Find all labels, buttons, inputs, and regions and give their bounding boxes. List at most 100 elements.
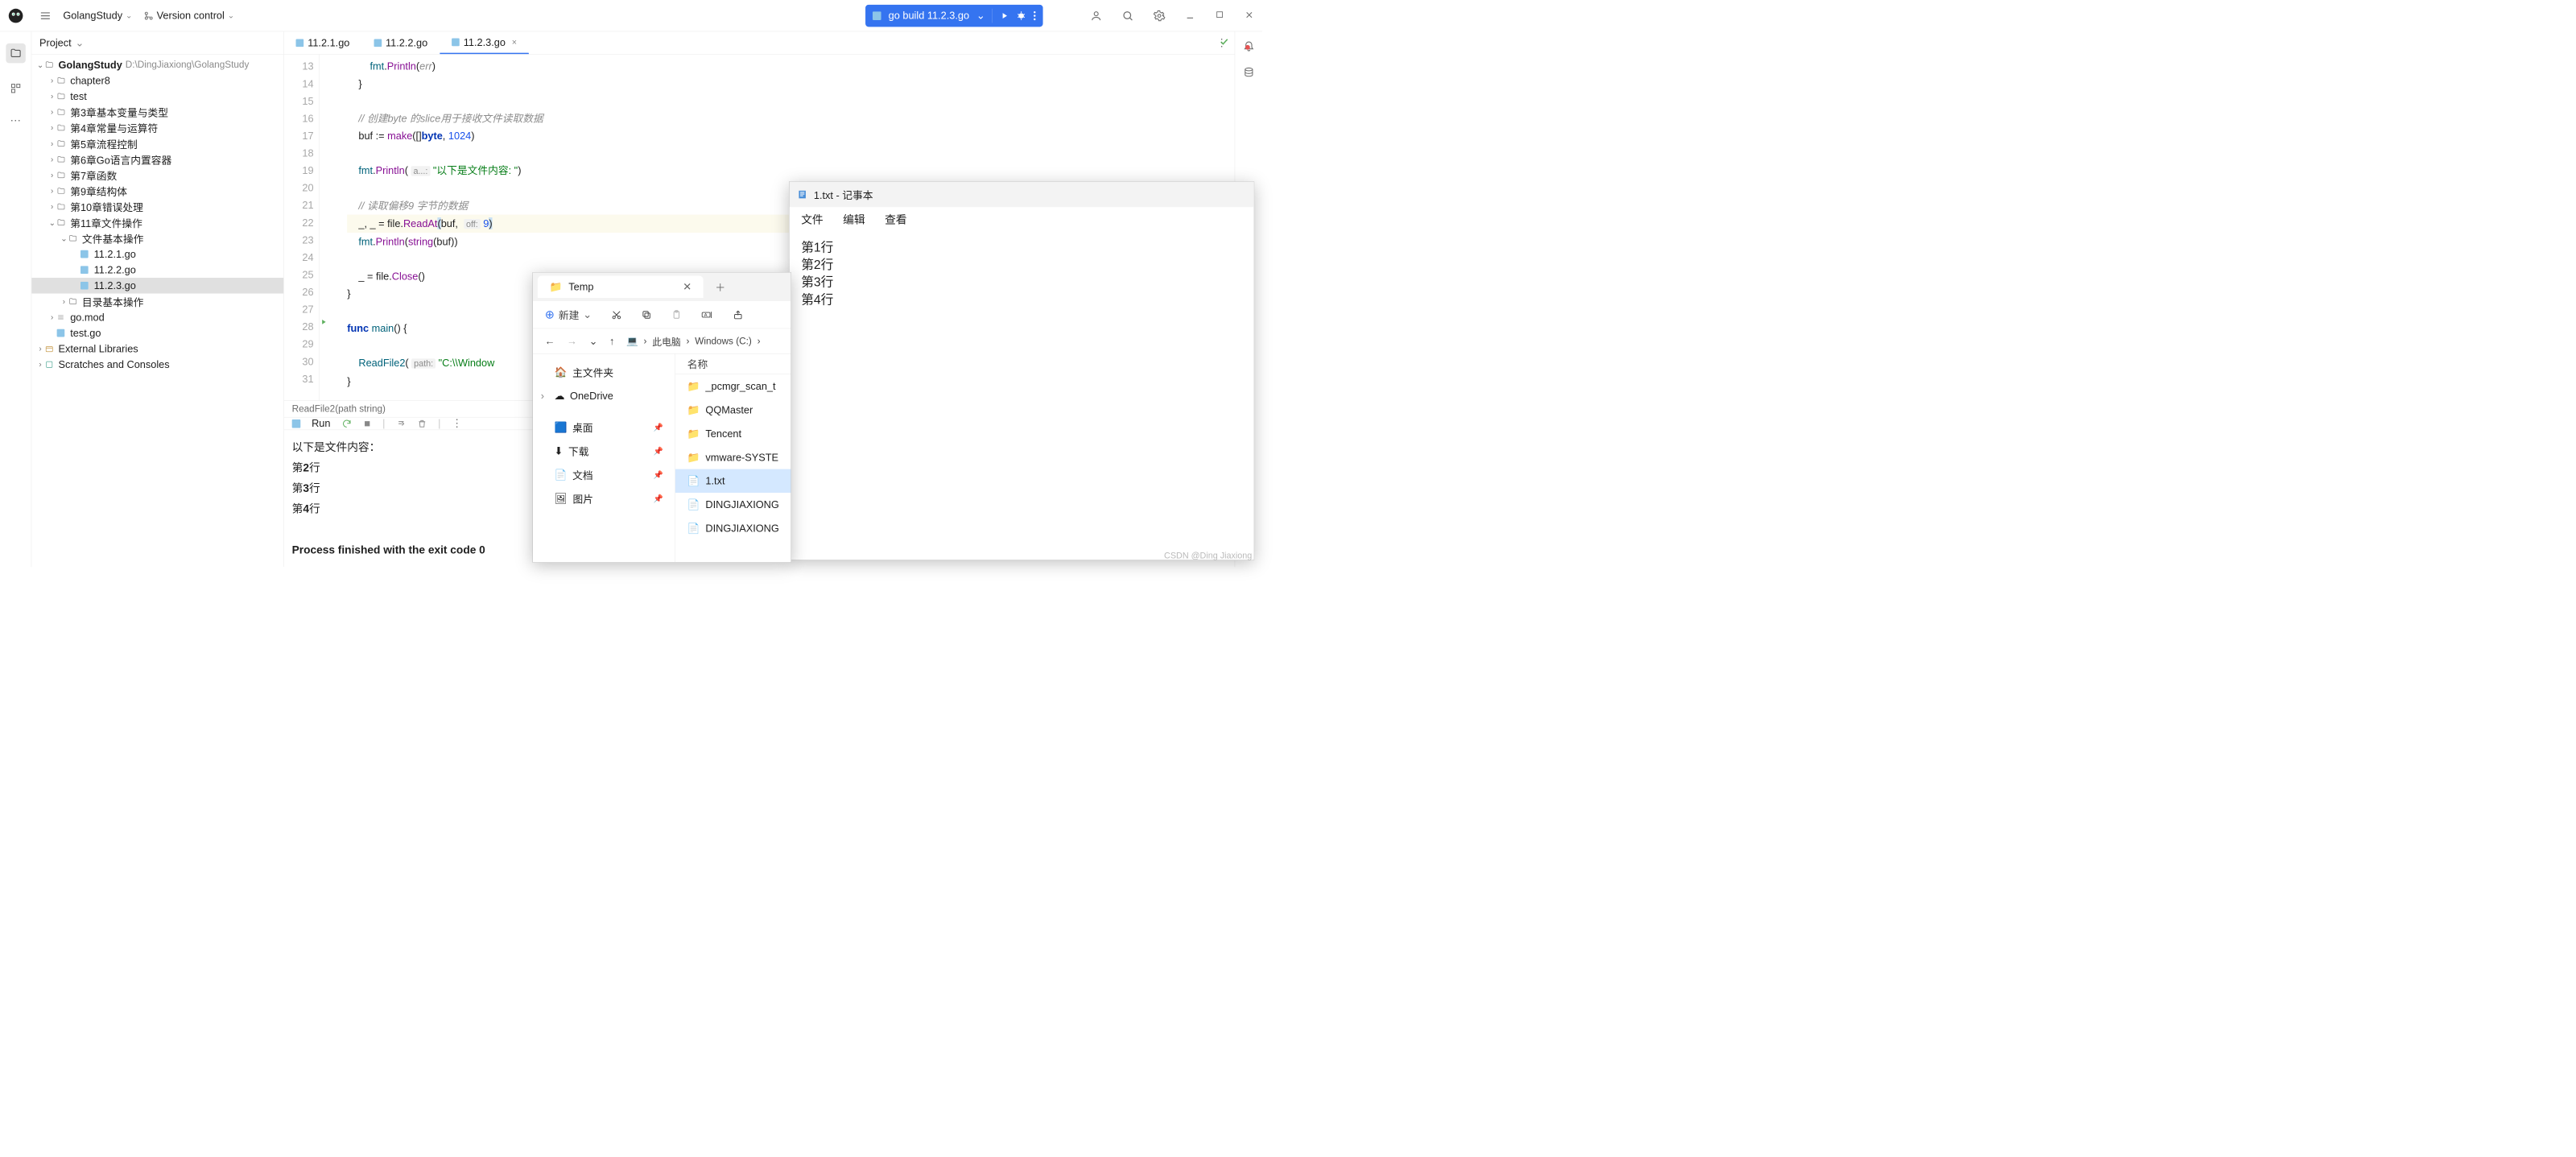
forward-icon[interactable]: →	[567, 335, 577, 347]
project-panel-header: Project ⌄	[31, 31, 283, 54]
explorer-sidebar-item[interactable]: 🟦桌面📌	[541, 415, 667, 439]
run-icon[interactable]	[1000, 10, 1009, 20]
account-icon[interactable]	[1090, 10, 1102, 22]
explorer-file-row[interactable]: 📄1.txt	[675, 469, 791, 493]
explorer-sidebar[interactable]: 🏠主文件夹›☁OneDrive 🟦桌面📌⬇下载📌📄文档📌🖼图片📌	[533, 354, 675, 563]
explorer-file-row[interactable]: 📄DINGJIAXIONG	[675, 493, 791, 516]
notepad-titlebar[interactable]: 1.txt - 记事本	[789, 182, 1253, 207]
explorer-tab[interactable]: 📁 Temp ✕	[538, 276, 704, 298]
inspection-ok-icon[interactable]	[1219, 36, 1229, 47]
explorer-file-row[interactable]: 📁_pcmgr_scan_t	[675, 374, 791, 398]
tree-row[interactable]: ›第7章函数	[31, 167, 283, 184]
search-icon[interactable]	[1122, 10, 1134, 22]
tree-row[interactable]: ›第4章常量与运算符	[31, 120, 283, 136]
tree-row[interactable]: 11.2.1.go	[31, 246, 283, 262]
tree-row[interactable]: ⌄GolangStudyD:\DingJiaxiong\GolangStudy	[31, 57, 283, 73]
database-tool-icon[interactable]	[1243, 67, 1254, 78]
chevron-down-icon: ⌄	[583, 308, 592, 320]
tree-row[interactable]: ›第5章流程控制	[31, 136, 283, 152]
cut-icon[interactable]	[611, 309, 621, 320]
explorer-file-row[interactable]: 📁QQMaster	[675, 398, 791, 421]
notepad-menu-item[interactable]: 文件	[801, 211, 823, 227]
notepad-window[interactable]: 1.txt - 记事本 文件 编辑 查看 第1行第2行第3行第4行	[789, 181, 1254, 560]
up-icon[interactable]: ↑	[609, 335, 614, 347]
project-tree[interactable]: ⌄GolangStudyD:\DingJiaxiong\GolangStudy›…	[31, 55, 283, 568]
paste-icon[interactable]	[671, 309, 682, 320]
tree-row[interactable]: ⌄第11章文件操作	[31, 215, 283, 231]
maximize-icon[interactable]	[1215, 10, 1224, 22]
chevron-down-icon: ⌄	[976, 10, 985, 22]
editor-tab[interactable]: 11.2.3.go×	[440, 31, 529, 54]
explorer-sidebar-item[interactable]: ⬇下载📌	[541, 439, 667, 462]
explorer-file-row[interactable]: 📁vmware-SYSTE	[675, 445, 791, 469]
tree-row[interactable]: 11.2.3.go	[31, 278, 283, 294]
project-tool-icon[interactable]	[6, 43, 26, 64]
back-icon[interactable]: ←	[545, 335, 555, 347]
new-tab-icon[interactable]: ＋	[715, 279, 725, 294]
main-menu-icon[interactable]	[39, 10, 52, 22]
notepad-menu-item[interactable]: 查看	[885, 211, 906, 227]
chevron-down-icon: ⌄	[126, 10, 132, 20]
tree-row[interactable]: ›目录基本操作	[31, 294, 283, 310]
path-segment[interactable]: Windows (C:)	[695, 336, 752, 347]
column-header[interactable]: 名称	[675, 354, 791, 374]
tree-row[interactable]: ›test	[31, 89, 283, 105]
breadcrumb-project[interactable]: GolangStudy ⌄	[63, 10, 132, 22]
close-icon[interactable]	[1244, 10, 1254, 22]
notepad-menu-item[interactable]: 编辑	[843, 211, 865, 227]
rename-icon[interactable]: A	[701, 309, 713, 320]
more-icon[interactable]	[1034, 10, 1036, 21]
notifications-icon[interactable]	[1243, 39, 1255, 52]
app-logo	[8, 8, 24, 24]
run-config-selector[interactable]: go build 11.2.3.go ⌄	[865, 5, 1042, 27]
more-tool-icon[interactable]: ⋯	[10, 114, 21, 126]
editor-tab[interactable]: 11.2.1.go	[284, 31, 362, 54]
gutter-icons	[320, 55, 336, 401]
tree-row[interactable]: test.go	[31, 325, 283, 341]
chevron-down-icon[interactable]: ⌄	[76, 37, 85, 49]
tree-row[interactable]: ›第10章错误处理	[31, 199, 283, 215]
address-bar[interactable]: 💻 ›此电脑 ›Windows (C:) ›	[626, 334, 761, 348]
explorer-file-row[interactable]: 📄DINGJIAXIONG	[675, 516, 791, 539]
breadcrumb-text: ReadFile2(path string)	[292, 403, 386, 415]
close-icon[interactable]: ✕	[683, 281, 691, 293]
close-icon[interactable]: ×	[512, 37, 517, 48]
more-icon[interactable]: ⋮	[452, 417, 462, 429]
explorer-sidebar-item[interactable]: ›☁OneDrive	[541, 384, 667, 407]
file-explorer-window[interactable]: 📁 Temp ✕ ＋ ⊕ 新建 ⌄ A ← → ⌄ ↑ 💻 ›此电脑 ›Wind…	[533, 272, 791, 563]
tree-row[interactable]: ⌄文件基本操作	[31, 230, 283, 246]
debug-icon[interactable]	[1016, 10, 1026, 21]
trash-icon[interactable]	[418, 419, 427, 428]
explorer-file-list[interactable]: 名称 📁_pcmgr_scan_t📁QQMaster📁Tencent📁vmwar…	[675, 354, 791, 563]
go-file-icon	[292, 419, 301, 428]
settings-icon[interactable]	[1154, 10, 1166, 22]
path-segment[interactable]: 此电脑	[652, 334, 680, 348]
explorer-sidebar-item[interactable]: 📄文档📌	[541, 463, 667, 486]
rerun-icon[interactable]	[341, 419, 352, 429]
scroll-to-end-icon[interactable]	[396, 419, 407, 429]
chevron-down-icon[interactable]: ⌄	[589, 335, 598, 347]
explorer-sidebar-item[interactable]: 🏠主文件夹	[541, 360, 667, 383]
copy-icon[interactable]	[642, 309, 652, 320]
tree-row[interactable]: ›chapter8	[31, 72, 283, 89]
tree-row[interactable]: ›Scratches and Consoles	[31, 357, 283, 373]
tree-row[interactable]: ›第6章Go语言内置容器	[31, 151, 283, 167]
minimize-icon[interactable]	[1185, 10, 1195, 22]
go-file-icon	[873, 11, 881, 20]
explorer-toolbar: ⊕ 新建 ⌄ A	[533, 301, 791, 329]
tree-row[interactable]: ›第3章基本变量与类型	[31, 104, 283, 120]
tree-row[interactable]: ›第9章结构体	[31, 183, 283, 199]
tree-row[interactable]: 11.2.2.go	[31, 262, 283, 278]
tree-row[interactable]: ›go.mod	[31, 309, 283, 325]
watermark: CSDN @Ding Jiaxiong	[1164, 551, 1252, 561]
stop-icon[interactable]	[363, 419, 372, 428]
explorer-sidebar-item[interactable]: 🖼图片📌	[541, 486, 667, 510]
editor-tab[interactable]: 11.2.2.go	[362, 31, 440, 54]
tree-row[interactable]: ›External Libraries	[31, 341, 283, 357]
structure-tool-icon[interactable]	[10, 83, 21, 94]
share-icon[interactable]	[733, 309, 743, 320]
breadcrumb-vcs[interactable]: Version control ⌄	[144, 10, 234, 22]
explorer-file-row[interactable]: 📁Tencent	[675, 422, 791, 445]
notepad-content[interactable]: 第1行第2行第3行第4行	[789, 231, 1253, 316]
new-button[interactable]: ⊕ 新建 ⌄	[545, 308, 592, 322]
